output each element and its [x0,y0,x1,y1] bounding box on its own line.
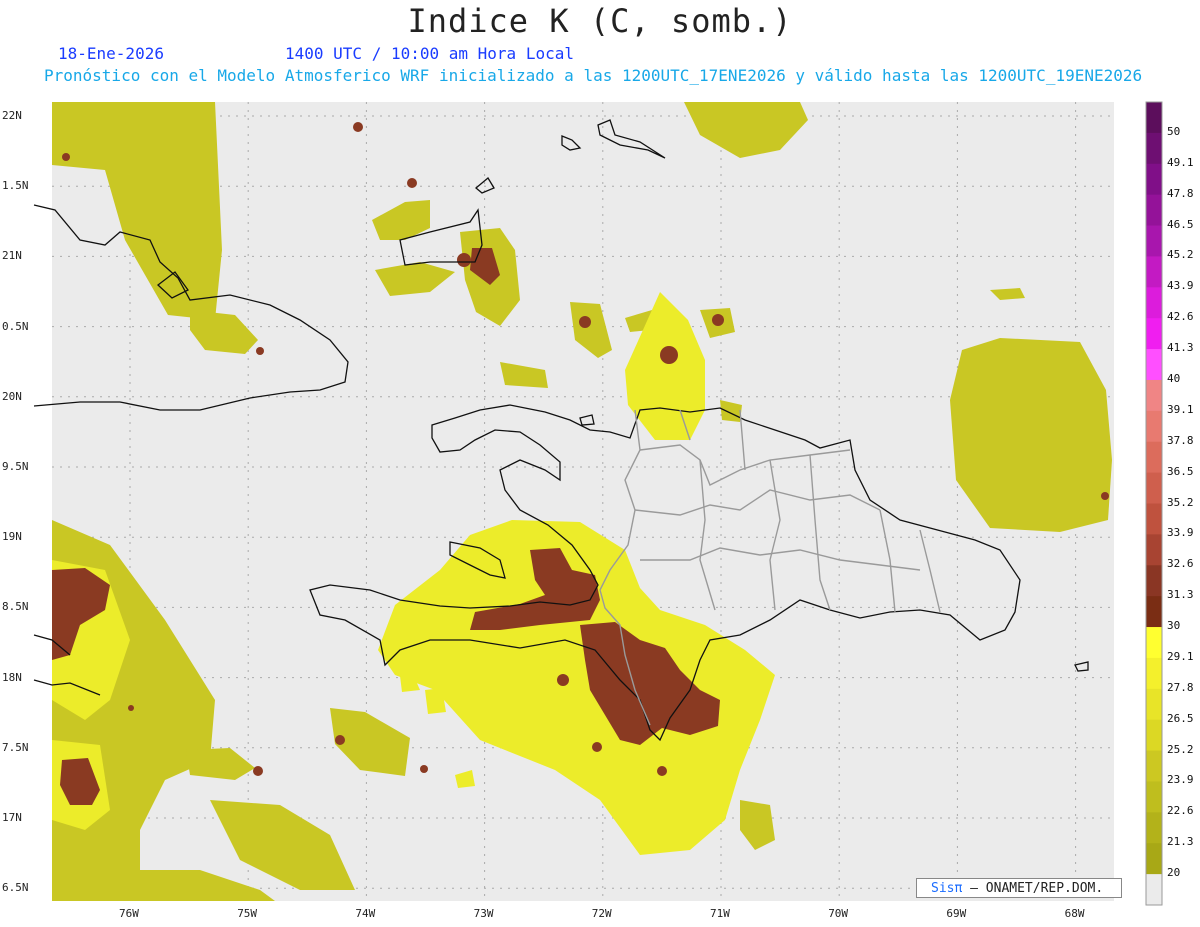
colorbar-label: 27.8 [1167,680,1194,694]
colorbar-label: 40 [1167,371,1181,385]
lon-tick-label: 76W [119,907,139,920]
colorbar-label: 32.6 [1167,557,1194,571]
colorbar-label: 50 [1167,124,1181,138]
colorbar-label: 45.2 [1167,248,1194,262]
lat-tick-label: 18N [2,670,22,684]
lat-tick-label: 9.5N [2,460,29,473]
lon-tick-label: 72W [591,907,612,920]
lon-tick-label: 73W [473,907,494,920]
lat-tick-label: 6.5N [2,881,29,895]
lon-tick-label: 69W [946,907,967,920]
lon-tick-label: 71W [710,907,730,920]
colorbar-label: 26.5 [1167,711,1194,725]
lon-tick-label: 75W [237,907,258,920]
lat-tick-label: 20N [2,389,22,403]
colorbar-label: 39.1 [1167,402,1194,416]
colorbar-label: 37.8 [1167,433,1194,447]
colorbar-label: 43.9 [1167,279,1194,293]
colorbar-label: 36.5 [1167,464,1194,478]
colorbar-label: 25.2 [1167,742,1194,756]
colorbar-label: 47.8 [1167,186,1194,200]
lat-tick-label: 8.5N [2,600,29,614]
lat-tick-label: 1.5N [2,179,29,193]
colorbar-label: 46.5 [1167,217,1194,231]
colorbar-label: 29.1 [1167,649,1194,663]
colorbar-label: 33.9 [1167,526,1194,540]
lat-tick-label: 17N [2,811,22,824]
colorbar-label: 23.9 [1167,773,1194,787]
lat-tick-label: 0.5N [2,319,29,333]
colorbar-label: 30 [1167,619,1181,633]
colorbar-label: 42.6 [1167,310,1194,324]
colorbar-label: 22.6 [1167,804,1194,818]
lat-tick-label: 19N [2,530,22,544]
lon-tick-label: 70W [828,907,849,920]
lat-tick-label: 7.5N [2,740,29,754]
colorbar-label: 49.1 [1167,155,1194,169]
lat-tick-label: 21N [2,249,22,263]
credit-text: – ONAMET/REP.DOM. [970,881,1104,896]
credit-brand: Sisπ [931,881,963,896]
colorbar-label: 35.2 [1167,495,1194,509]
k-index-map [33,102,1114,901]
colorbar-label: 31.3 [1167,588,1194,602]
colorbar-label: 41.3 [1167,341,1194,355]
lon-tick-label: 74W [355,907,376,920]
credit-box: Sisπ – ONAMET/REP.DOM. [916,878,1122,898]
colorbar-label: 20 [1167,866,1181,880]
colorbar-label: 21.3 [1167,835,1194,849]
lat-tick-label: 22N [2,109,22,122]
lon-tick-label: 68W [1064,907,1085,920]
